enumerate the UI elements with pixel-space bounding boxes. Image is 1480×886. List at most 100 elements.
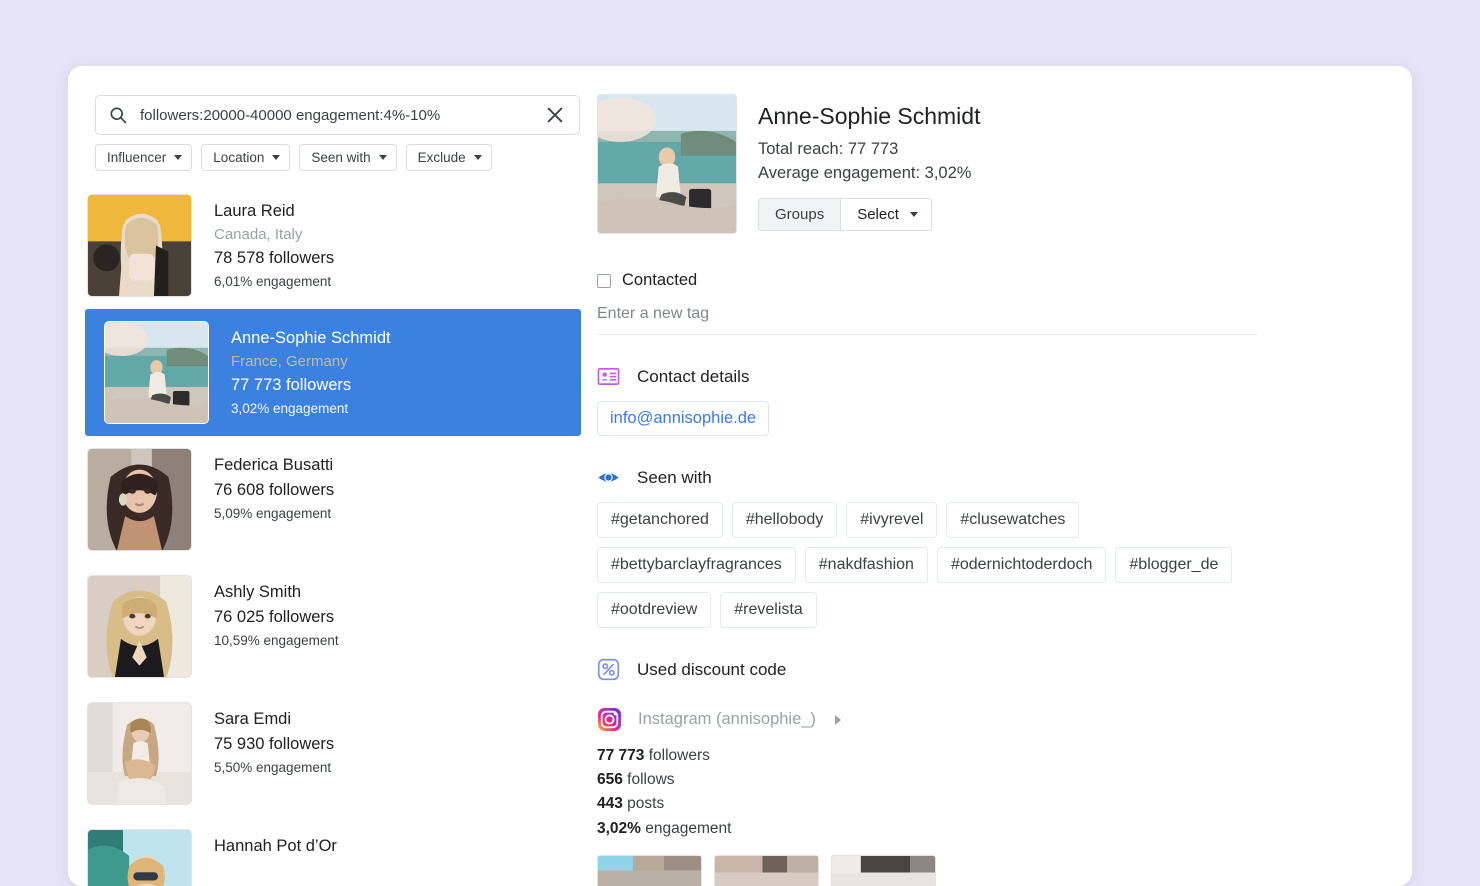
average-engagement: Average engagement: 3,02% — [758, 164, 972, 183]
contact-card-icon — [597, 365, 620, 388]
seen-with-tag[interactable]: #getanchored — [597, 502, 723, 538]
list-item[interactable]: Hannah Pot d’Or — [68, 817, 588, 886]
filter-location-label: Location — [213, 150, 265, 165]
profile-meta: Anne-Sophie Schmidt Total reach: 77 773 … — [758, 94, 981, 232]
influencer-detail-panel: Anne-Sophie Schmidt Total reach: 77 773 … — [588, 66, 1412, 886]
profile-photo — [597, 94, 737, 234]
search-input[interactable] — [140, 106, 544, 124]
percent-icon — [597, 658, 620, 681]
chevron-down-icon — [174, 155, 183, 160]
list-item-info: Sara Emdi 75 930 followers 5,50% engagem… — [214, 702, 334, 780]
seen-with-tag[interactable]: #blogger_de — [1115, 547, 1233, 583]
contacted-checkbox[interactable] — [597, 273, 611, 288]
seen-with-tag[interactable]: #ivyrevel — [846, 502, 938, 538]
filter-exclude-button[interactable]: Exclude — [405, 144, 492, 171]
seen-with-tag[interactable]: #revelista — [720, 592, 817, 628]
avatar — [104, 321, 209, 424]
instagram-account-row[interactable]: Instagram (annisophie_) — [597, 707, 1378, 732]
contacted-row[interactable]: Contacted — [597, 271, 1378, 290]
instagram-stat-unit: follows — [622, 771, 675, 789]
instagram-stat-unit: engagement — [640, 819, 732, 837]
chevron-right-icon — [834, 714, 841, 725]
profile-header: Anne-Sophie Schmidt Total reach: 77 773 … — [597, 94, 1378, 234]
page-title: Anne-Sophie Schmidt — [758, 103, 981, 129]
seen-with-tag[interactable]: #ootdreview — [597, 592, 712, 628]
eye-icon — [597, 466, 620, 489]
filter-row: Influencer Location Seen with Exclude — [95, 144, 492, 171]
search-bar[interactable] — [95, 95, 580, 135]
seen-with-tag[interactable]: #nakdfashion — [804, 547, 928, 583]
seen-with-tag[interactable]: #clusewatches — [946, 502, 1080, 538]
post-thumbnail[interactable] — [714, 854, 819, 886]
instagram-stat-unit: followers — [644, 747, 710, 764]
influencer-list-panel: Influencer Location Seen with Exclude — [68, 66, 588, 886]
groups-control: Groups Select — [758, 198, 932, 232]
instagram-stats: 77 773 followers 656 follows 443 posts 3… — [597, 744, 1378, 841]
influencer-name: Hannah Pot d’Or — [214, 837, 337, 855]
list-item-info: Federica Busatti 76 608 followers 5,09% … — [214, 448, 334, 526]
instagram-stat-row: 443 posts — [597, 792, 1378, 816]
influencer-followers: 77 773 followers — [231, 376, 352, 395]
influencer-engagement: 6,01% engagement — [214, 273, 332, 289]
avatar — [87, 194, 192, 297]
influencer-followers: 78 578 followers — [214, 249, 335, 268]
chevron-down-icon — [473, 155, 482, 160]
list-item-info: Ashly Smith 76 025 followers 10,59% enga… — [214, 575, 339, 653]
list-item-info: Anne-Sophie Schmidt France, Germany 77 7… — [231, 321, 391, 421]
filter-location-button[interactable]: Location — [201, 144, 291, 171]
filter-seen-with-label: Seen with — [311, 150, 371, 165]
avatar — [87, 448, 192, 551]
list-item[interactable]: Sara Emdi 75 930 followers 5,50% engagem… — [68, 690, 588, 817]
filter-seen-with-button[interactable]: Seen with — [299, 144, 397, 171]
filter-exclude-label: Exclude — [417, 150, 466, 165]
instagram-icon — [597, 707, 622, 732]
filter-influencer-button[interactable]: Influencer — [95, 144, 193, 171]
seen-with-tag-list: #getanchored #hellobody #ivyrevel #cluse… — [597, 502, 1237, 628]
instagram-stat-value: 443 — [597, 795, 623, 813]
influencer-location: Canada, Italy — [214, 225, 303, 243]
instagram-handle: Instagram (annisophie_) — [638, 710, 816, 728]
contact-email-chip[interactable]: info@annisophie.de — [597, 401, 770, 436]
seen-with-title: Seen with — [637, 467, 712, 487]
post-thumbnail[interactable] — [597, 854, 702, 886]
discount-code-section-header: Used discount code — [597, 658, 1378, 681]
tag-input-wrapper[interactable] — [597, 305, 1257, 335]
groups-select-label: Select — [857, 206, 899, 224]
clear-search-icon[interactable] — [544, 104, 566, 126]
list-item-info: Laura Reid Canada, Italy 78 578 follower… — [214, 194, 334, 294]
instagram-stat-value: 3,02% — [597, 819, 641, 837]
app-card: Influencer Location Seen with Exclude — [68, 66, 1412, 886]
influencer-location: France, Germany — [231, 352, 348, 370]
recent-posts-strip — [597, 854, 1378, 886]
contact-details-section-header: Contact details — [597, 365, 1378, 388]
post-thumbnail[interactable] — [831, 854, 936, 886]
influencer-list[interactable]: Laura Reid Canada, Italy 78 578 follower… — [68, 182, 588, 886]
instagram-stat-unit: posts — [622, 795, 665, 813]
list-item[interactable]: Ashly Smith 76 025 followers 10,59% enga… — [68, 563, 588, 690]
influencer-name: Ashly Smith — [214, 583, 302, 601]
total-reach: Total reach: 77 773 — [758, 139, 899, 158]
groups-select-button[interactable]: Select — [841, 199, 931, 231]
list-item[interactable]: Laura Reid Canada, Italy 78 578 follower… — [68, 182, 588, 309]
seen-with-section-header: Seen with — [597, 466, 1378, 489]
instagram-stat-row: 77 773 followers — [597, 744, 1378, 768]
chevron-down-icon — [909, 212, 918, 218]
seen-with-tag[interactable]: #odernichtoderdoch — [936, 547, 1107, 583]
instagram-stat-value: 77 773 — [597, 747, 645, 764]
seen-with-tag[interactable]: #bettybarclayfragrances — [597, 547, 796, 583]
discount-code-title: Used discount code — [637, 659, 787, 679]
chevron-down-icon — [272, 155, 281, 160]
influencer-name: Anne-Sophie Schmidt — [231, 329, 391, 347]
contacted-label: Contacted — [622, 271, 698, 289]
list-item[interactable]: Federica Busatti 76 608 followers 5,09% … — [68, 436, 588, 563]
avatar — [87, 702, 192, 805]
avatar — [87, 575, 192, 678]
list-item-info: Hannah Pot d’Or — [214, 829, 337, 859]
instagram-stat-row: 656 follows — [597, 768, 1378, 792]
contact-details-title: Contact details — [637, 366, 750, 386]
new-tag-input[interactable] — [597, 305, 1257, 323]
instagram-stat-value: 656 — [597, 771, 623, 789]
seen-with-tag[interactable]: #hellobody — [731, 502, 838, 538]
list-item-selected[interactable]: Anne-Sophie Schmidt France, Germany 77 7… — [85, 309, 581, 436]
influencer-engagement: 5,09% engagement — [214, 505, 332, 521]
